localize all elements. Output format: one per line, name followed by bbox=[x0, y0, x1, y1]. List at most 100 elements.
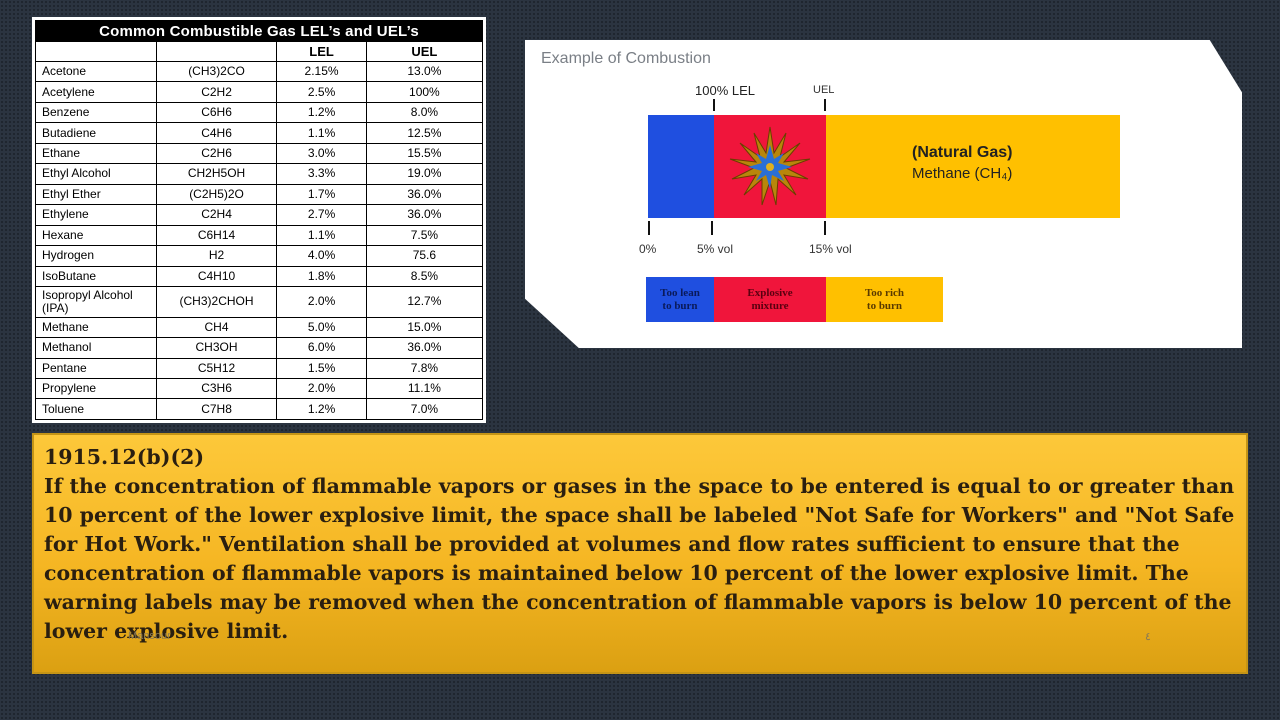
formula-cell: C4H6 bbox=[155, 122, 278, 144]
methane-formula-label: Methane (CH₄) bbox=[912, 165, 1013, 182]
natural-gas-label: (Natural Gas) bbox=[912, 144, 1013, 161]
uel-cell: 15.0% bbox=[365, 316, 484, 339]
table-row: Benzene C6H6 1.2% 8.0% bbox=[35, 101, 484, 124]
gas-name-cell: Ethyl Ether bbox=[35, 183, 157, 206]
lel-cell: 2.0% bbox=[276, 378, 367, 400]
uel-cell: 7.5% bbox=[365, 224, 484, 247]
uel-cell: 36.0% bbox=[365, 183, 484, 206]
table-row: Butadiene C4H6 1.1% 12.5% bbox=[35, 122, 484, 144]
uel-cell: 7.8% bbox=[365, 357, 484, 380]
gas-name-cell: Benzene bbox=[35, 101, 157, 124]
formula-cell: C7H8 bbox=[155, 398, 278, 420]
gas-name-cell: Methane bbox=[35, 316, 157, 339]
formula-cell: C3H6 bbox=[155, 378, 278, 400]
footer-author: Mansour bbox=[128, 630, 171, 642]
uel-cell: 75.6 bbox=[365, 245, 484, 267]
table-title: Common Combustible Gas LEL’s and UEL’s bbox=[35, 20, 483, 42]
lel-cell: 3.3% bbox=[276, 163, 367, 185]
table-row: Propylene C3H6 2.0% 11.1% bbox=[35, 378, 484, 400]
legend-explosive: Explosive mixture bbox=[714, 277, 826, 322]
gas-name-cell: Ethane bbox=[35, 142, 157, 165]
formula-cell: C5H12 bbox=[155, 357, 278, 380]
legend-too-lean-text: Too lean to burn bbox=[660, 286, 700, 312]
formula-cell: (CH3)2CHOH bbox=[155, 285, 278, 318]
gas-name-cell: Pentane bbox=[35, 357, 157, 380]
regulation-code: 1915.12(b)(2) bbox=[44, 445, 205, 469]
table-row: Toluene C7H8 1.2% 7.0% bbox=[35, 398, 484, 420]
lel-cell: 1.2% bbox=[276, 398, 367, 420]
regulation-text-box: 1915.12(b)(2) If the concentration of fl… bbox=[32, 433, 1248, 674]
gas-name-cell: Isopropyl Alcohol (IPA) bbox=[35, 285, 157, 318]
gas-name-cell: Ethyl Alcohol bbox=[35, 163, 157, 185]
scale-tick-5 bbox=[711, 221, 713, 235]
lel-cell: 1.1% bbox=[276, 224, 367, 247]
lel-cell: 1.2% bbox=[276, 101, 367, 124]
formula-cell: C2H2 bbox=[155, 81, 278, 103]
table-row: Ethyl Ether (C2H5)2O 1.7% 36.0% bbox=[35, 183, 484, 206]
table-row: Pentane C5H12 1.5% 7.8% bbox=[35, 357, 484, 380]
legend-too-rich-text: Too rich to burn bbox=[864, 286, 904, 312]
uel-cell: 36.0% bbox=[365, 204, 484, 226]
table-row: Ethyl Alcohol CH2H5OH 3.3% 19.0% bbox=[35, 163, 484, 185]
table-row: Methane CH4 5.0% 15.0% bbox=[35, 316, 484, 339]
legend-too-lean: Too lean to burn bbox=[646, 277, 714, 322]
table-row: Acetylene C2H2 2.5% 100% bbox=[35, 81, 484, 103]
slide-number: ٤ bbox=[1145, 631, 1151, 643]
table-row: Ethane C2H6 3.0% 15.5% bbox=[35, 142, 484, 165]
formula-cell: (C2H5)2O bbox=[155, 183, 278, 206]
gas-name-cell: Ethylene bbox=[35, 204, 157, 226]
formula-cell: CH4 bbox=[155, 316, 278, 339]
lel-cell: 4.0% bbox=[276, 245, 367, 267]
lel-cell: 1.8% bbox=[276, 265, 367, 287]
legend-explosive-text: Explosive mixture bbox=[747, 286, 793, 312]
table-body: Acetone (CH3)2CO 2.15% 13.0% Acetylene C2H2 2.… bbox=[35, 60, 484, 420]
lel-top-tick bbox=[713, 99, 715, 111]
uel-top-tick bbox=[824, 99, 826, 111]
formula-cell: C6H6 bbox=[155, 101, 278, 124]
lel-cell: 2.15% bbox=[276, 60, 367, 83]
explosive-zone bbox=[714, 115, 826, 218]
scale-tick-0 bbox=[648, 221, 650, 235]
gas-name-cell: Hydrogen bbox=[35, 245, 157, 267]
table-row: Ethylene C2H4 2.7% 36.0% bbox=[35, 204, 484, 226]
gas-limits-table-panel: Common Combustible Gas LEL’s and UEL’s L… bbox=[32, 17, 486, 423]
uel-cell: 100% bbox=[365, 81, 484, 103]
scale-tick-15 bbox=[824, 221, 826, 235]
lel-cell: 1.1% bbox=[276, 122, 367, 144]
uel-cell: 19.0% bbox=[365, 163, 484, 185]
gas-name-cell: Toluene bbox=[35, 398, 157, 420]
scale-label-0: 0% bbox=[639, 242, 657, 256]
formula-cell: C6H14 bbox=[155, 224, 278, 247]
lel-marker-label: 100% LEL bbox=[695, 83, 755, 98]
combustion-example-panel: Example of Combustion 100% LEL UEL (Natu… bbox=[525, 40, 1242, 348]
lel-cell: 6.0% bbox=[276, 337, 367, 359]
table-row: Isopropyl Alcohol (IPA) (CH3)2CHOH 2.0% 12.… bbox=[35, 285, 484, 318]
gas-name-cell: Butadiene bbox=[35, 122, 157, 144]
lel-cell: 2.5% bbox=[276, 81, 367, 103]
gas-name-cell: Propylene bbox=[35, 378, 157, 400]
lel-cell: 3.0% bbox=[276, 142, 367, 165]
uel-marker-label: UEL bbox=[813, 84, 835, 96]
uel-cell: 12.7% bbox=[365, 285, 484, 318]
uel-cell: 8.5% bbox=[365, 265, 484, 287]
legend-too-rich: Too rich to burn bbox=[826, 277, 943, 322]
uel-cell: 7.0% bbox=[365, 398, 484, 420]
table-row: Acetone (CH3)2CO 2.15% 13.0% bbox=[35, 60, 484, 83]
uel-cell: 15.5% bbox=[365, 142, 484, 165]
formula-cell: H2 bbox=[155, 245, 278, 267]
too-lean-zone bbox=[648, 115, 714, 218]
lel-cell: 5.0% bbox=[276, 316, 367, 339]
gas-name-cell: Methanol bbox=[35, 337, 157, 359]
gas-name-cell: IsoButane bbox=[35, 265, 157, 287]
gas-name-cell: Acetone bbox=[35, 60, 157, 83]
gas-name-cell: Acetylene bbox=[35, 81, 157, 103]
gas-limits-table: Common Combustible Gas LEL’s and UEL’s L… bbox=[35, 20, 484, 420]
regulation-text: If the concentration of flammable vapors… bbox=[44, 474, 1235, 643]
scale-label-15: 15% vol bbox=[809, 242, 852, 256]
formula-cell: CH3OH bbox=[155, 337, 278, 359]
formula-cell: C4H10 bbox=[155, 265, 278, 287]
table-row: Hydrogen H2 4.0% 75.6 bbox=[35, 245, 484, 267]
scale-label-5: 5% vol bbox=[697, 242, 734, 256]
table-header-formula bbox=[155, 41, 278, 62]
formula-cell: CH2H5OH bbox=[155, 163, 278, 185]
